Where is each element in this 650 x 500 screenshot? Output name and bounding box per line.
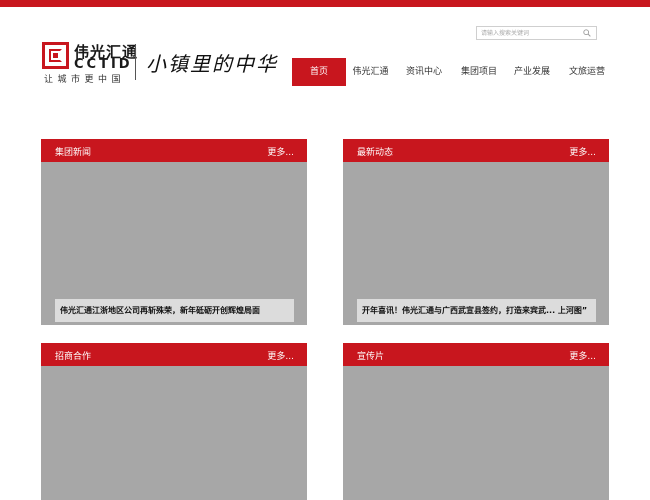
logo-seal-icon — [42, 42, 69, 69]
more-link[interactable]: 更多... — [569, 145, 596, 158]
logo-slogan: 让城市更中国 — [44, 75, 126, 85]
news-caption-link[interactable]: 伟光汇通江浙地区公司再斩殊荣，新年砥砺开创辉煌局面 — [55, 299, 294, 322]
nav-item-cctid[interactable]: 伟光汇通 — [346, 58, 395, 86]
nav-item-culture-tourism[interactable]: 文旅运营 — [559, 58, 615, 86]
panel-title: 最新动态 — [357, 148, 394, 158]
site-logo[interactable]: 伟光汇通 CCTID 让城市更中国 小镇里的中华 — [42, 42, 276, 85]
nav-item-home[interactable]: 首页 — [292, 58, 346, 86]
nav-item-group-projects[interactable]: 集团项目 — [453, 58, 505, 86]
panel-header: 宣传片 更多... — [343, 343, 609, 366]
panel-title: 集团新闻 — [55, 148, 92, 158]
panel-promo-video: 宣传片 更多... — [343, 343, 609, 500]
nav-item-industry[interactable]: 产业发展 — [505, 58, 559, 86]
news-caption-link[interactable]: 开年喜讯！伟光汇通与广西武宣县签约，打造来宾武... 上河图” — [357, 299, 596, 322]
more-link[interactable]: 更多... — [569, 349, 596, 362]
search-icon[interactable] — [583, 29, 591, 37]
logo-calligraphy: 小镇里的中华 — [146, 52, 278, 76]
panel-header: 最新动态 更多... — [343, 139, 609, 162]
panel-title: 招商合作 — [55, 352, 92, 362]
logo-name-en: CCTID — [74, 57, 133, 72]
search-box — [476, 26, 597, 40]
more-link[interactable]: 更多... — [267, 349, 294, 362]
panel-title: 宣传片 — [357, 352, 385, 362]
panel-header: 招商合作 更多... — [41, 343, 307, 366]
search-input[interactable] — [481, 27, 581, 39]
panel-header: 集团新闻 更多... — [41, 139, 307, 162]
panel-latest-updates: 最新动态 更多... 开年喜讯！伟光汇通与广西武宣县签约，打造来宾武... 上河… — [343, 139, 609, 325]
more-link[interactable]: 更多... — [267, 145, 294, 158]
main-nav: 首页 伟光汇通 资讯中心 集团项目 产业发展 文旅运营 — [292, 58, 615, 86]
logo-divider — [135, 44, 136, 80]
top-brand-bar — [0, 0, 650, 7]
nav-item-news-center[interactable]: 资讯中心 — [395, 58, 453, 86]
panel-group-news: 集团新闻 更多... 伟光汇通江浙地区公司再斩殊荣，新年砥砺开创辉煌局面 — [41, 139, 307, 325]
panel-investment: 招商合作 更多... — [41, 343, 307, 500]
